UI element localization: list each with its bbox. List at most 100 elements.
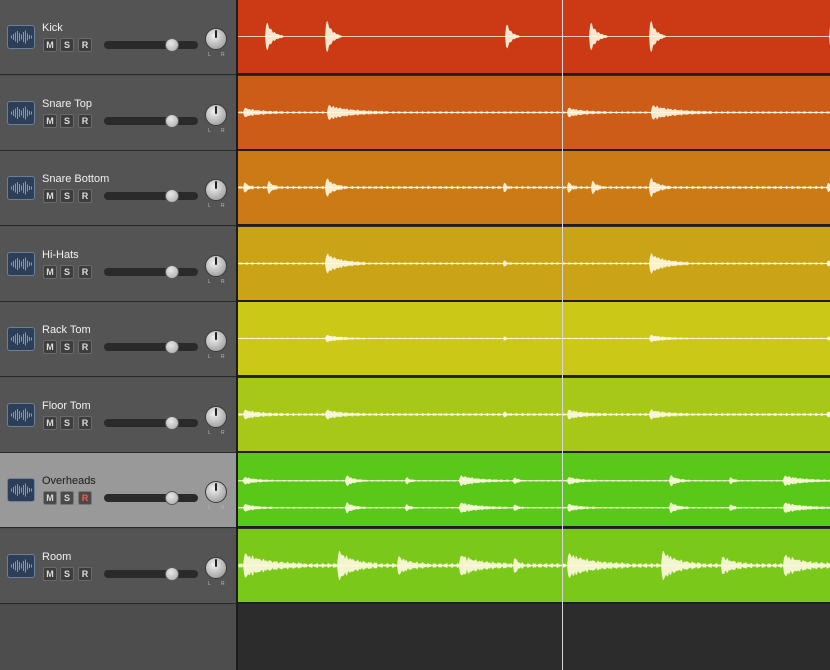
record-enable-button[interactable]: R [78, 265, 92, 279]
track-region-kick[interactable] [238, 0, 830, 75]
volume-slider-thumb[interactable] [164, 38, 179, 52]
solo-button[interactable]: S [60, 416, 74, 430]
pan-knob[interactable] [205, 481, 227, 503]
track-region-room[interactable] [238, 529, 830, 604]
track-instrument-icon[interactable] [7, 478, 35, 502]
record-enable-button[interactable]: R [78, 114, 92, 128]
mute-button[interactable]: M [43, 491, 57, 505]
volume-slider[interactable] [104, 265, 198, 279]
pan-left-label: L [208, 128, 211, 134]
track-header-snare-bottom[interactable]: Snare Bottom M S R L R [0, 151, 236, 226]
waveform-icon [11, 483, 32, 497]
mute-button[interactable]: M [43, 114, 57, 128]
volume-slider-thumb[interactable] [164, 340, 179, 354]
waveform [238, 253, 830, 274]
record-enable-button[interactable]: R [78, 340, 92, 354]
volume-slider-thumb[interactable] [164, 416, 179, 430]
track-name[interactable]: Floor Tom [42, 400, 91, 412]
pan-left-label: L [208, 581, 211, 587]
pan-knob[interactable] [205, 330, 227, 352]
pan-knob[interactable] [205, 179, 227, 201]
volume-slider-thumb[interactable] [164, 567, 179, 581]
track-name[interactable]: Snare Top [42, 98, 92, 110]
track-region-floor-tom[interactable] [238, 378, 830, 453]
track-name[interactable]: Room [42, 551, 71, 563]
track-instrument-icon[interactable] [7, 403, 35, 427]
solo-button[interactable]: S [60, 265, 74, 279]
solo-button[interactable]: S [60, 340, 74, 354]
mute-button[interactable]: M [43, 189, 57, 203]
volume-slider[interactable] [104, 189, 198, 203]
tracks-area[interactable] [238, 0, 830, 670]
track-name[interactable]: Overheads [42, 475, 96, 487]
pan-knob[interactable] [205, 255, 227, 277]
track-header-overheads[interactable]: Overheads M S R L R [0, 453, 236, 528]
solo-button[interactable]: S [60, 114, 74, 128]
record-enable-button[interactable]: R [78, 189, 92, 203]
track-region-snare-top[interactable] [238, 76, 830, 151]
track-name[interactable]: Hi-Hats [42, 249, 79, 261]
pan-knob[interactable] [205, 104, 227, 126]
volume-slider-thumb[interactable] [164, 265, 179, 279]
track-region-snare-bottom[interactable] [238, 151, 830, 226]
waveform [238, 409, 830, 420]
track-region-hi-hats[interactable] [238, 227, 830, 302]
pan-left-label: L [208, 52, 211, 58]
track-header-floor-tom[interactable]: Floor Tom M S R L R [0, 378, 236, 453]
waveform [238, 105, 830, 120]
track-instrument-icon[interactable] [7, 327, 35, 351]
volume-slider[interactable] [104, 340, 198, 354]
pan-left-label: L [208, 354, 211, 360]
track-instrument-icon[interactable] [7, 101, 35, 125]
volume-slider[interactable] [104, 491, 198, 505]
volume-slider[interactable] [104, 114, 198, 128]
volume-slider-thumb[interactable] [164, 491, 179, 505]
waveform-icon [11, 257, 32, 271]
record-enable-button[interactable]: R [78, 38, 92, 52]
pan-left-label: L [208, 430, 211, 436]
track-header-kick[interactable]: Kick M S R L R [0, 0, 236, 75]
playhead[interactable] [562, 0, 563, 670]
track-instrument-icon[interactable] [7, 252, 35, 276]
solo-button[interactable]: S [60, 491, 74, 505]
track-instrument-icon[interactable] [7, 554, 35, 578]
track-header-rack-tom[interactable]: Rack Tom M S R L R [0, 302, 236, 377]
pan-right-label: R [221, 430, 225, 436]
pan-right-label: R [221, 581, 225, 587]
pan-knob[interactable] [205, 28, 227, 50]
volume-slider[interactable] [104, 567, 198, 581]
track-name[interactable]: Kick [42, 22, 63, 34]
mute-button[interactable]: M [43, 416, 57, 430]
waveform-icon [11, 332, 32, 346]
track-instrument-icon[interactable] [7, 176, 35, 200]
record-enable-button[interactable]: R [78, 567, 92, 581]
pan-knob[interactable] [205, 557, 227, 579]
record-enable-button[interactable]: R [78, 416, 92, 430]
waveform-icon [11, 408, 32, 422]
track-header-room[interactable]: Room M S R L R [0, 529, 236, 604]
waveform [238, 20, 830, 53]
mute-button[interactable]: M [43, 265, 57, 279]
track-region-overheads[interactable] [238, 453, 830, 528]
solo-button[interactable]: S [60, 189, 74, 203]
mute-button[interactable]: M [43, 567, 57, 581]
solo-button[interactable]: S [60, 38, 74, 52]
volume-slider[interactable] [104, 38, 198, 52]
volume-slider-thumb[interactable] [164, 114, 179, 128]
waveform-icon [11, 559, 32, 573]
pan-left-label: L [208, 279, 211, 285]
track-name[interactable]: Snare Bottom [42, 173, 109, 185]
mute-button[interactable]: M [43, 38, 57, 52]
track-header-snare-top[interactable]: Snare Top M S R L R [0, 76, 236, 151]
volume-slider[interactable] [104, 416, 198, 430]
track-name[interactable]: Rack Tom [42, 324, 91, 336]
solo-button[interactable]: S [60, 567, 74, 581]
track-instrument-icon[interactable] [7, 25, 35, 49]
waveform [238, 550, 830, 581]
pan-knob[interactable] [205, 406, 227, 428]
track-header-hi-hats[interactable]: Hi-Hats M S R L R [0, 227, 236, 302]
mute-button[interactable]: M [43, 340, 57, 354]
record-enable-button[interactable]: R [78, 491, 92, 505]
track-region-rack-tom[interactable] [238, 302, 830, 377]
volume-slider-thumb[interactable] [164, 189, 179, 203]
